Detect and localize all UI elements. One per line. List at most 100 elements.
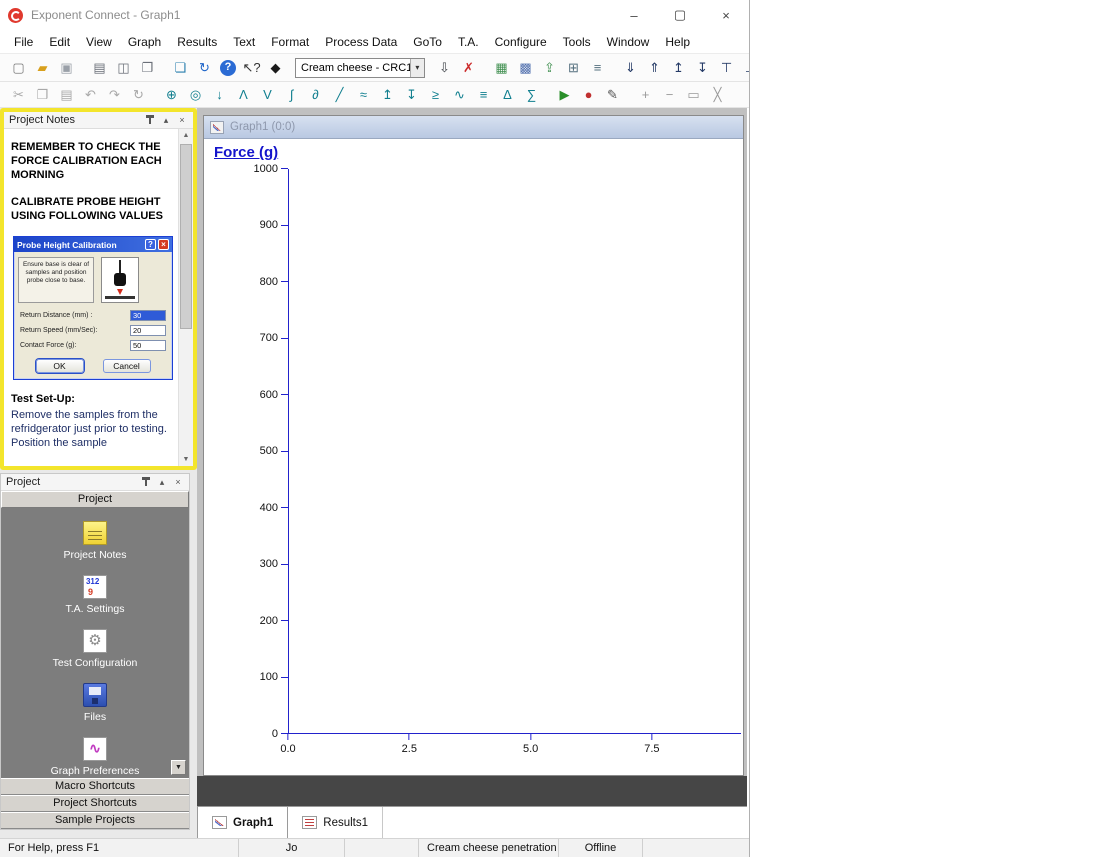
project-scroll-down-icon[interactable]: ▼ [171, 760, 186, 775]
probe-down-icon[interactable]: ↧ [692, 57, 713, 78]
crosshair-icon[interactable]: ╳ [707, 84, 728, 105]
copy-graph-icon[interactable]: ❐ [137, 57, 158, 78]
print-icon[interactable]: ▤ [89, 57, 110, 78]
macro-play-icon[interactable]: ▶ [554, 84, 575, 105]
copy-icon[interactable]: ❐ [32, 84, 53, 105]
mean-line-icon[interactable]: ≈ [353, 84, 374, 105]
append-data-icon[interactable]: ⇪ [539, 57, 560, 78]
close-button[interactable]: × [703, 0, 749, 30]
Process Data[interactable]: Process Data [317, 33, 405, 51]
sort-results-icon[interactable]: ⇩ [434, 57, 455, 78]
File[interactable]: File [6, 33, 41, 51]
minimize-button[interactable]: – [611, 0, 657, 30]
Format[interactable]: Format [263, 33, 317, 51]
load-test-data-icon[interactable]: ▦ [491, 57, 512, 78]
GoTo[interactable]: GoTo [405, 33, 450, 51]
project-panel-item[interactable]: Graph Preferences [51, 737, 140, 777]
Configure[interactable]: Configure [487, 33, 555, 51]
project-panel-item[interactable]: Files [83, 683, 107, 723]
differentiate-icon[interactable]: Δ [497, 84, 518, 105]
run-test-icon[interactable]: ⇓ [620, 57, 641, 78]
data-list-icon[interactable]: ≡ [587, 57, 608, 78]
scroll-down-icon[interactable]: ▼ [179, 453, 193, 466]
trough-detect-icon[interactable]: V [257, 84, 278, 105]
pin-icon[interactable] [140, 476, 152, 488]
close-panel-icon[interactable]: × [172, 476, 184, 488]
context-help-icon[interactable]: ↖? [241, 57, 262, 78]
project-panel-item[interactable]: Test Configuration [53, 629, 138, 669]
project-panel-item[interactable]: Project Notes [63, 521, 126, 561]
area-under-curve-icon[interactable]: ∫ [281, 84, 302, 105]
notes-scrollbar[interactable]: ▲ ▼ [178, 129, 193, 466]
test-configuration-combobox[interactable]: Cream cheese - CRC1_P5 ▾ [295, 58, 425, 78]
refresh-icon[interactable]: ↻ [194, 57, 215, 78]
macro-record-icon[interactable]: ● [578, 84, 599, 105]
paste-icon[interactable]: ▤ [56, 84, 77, 105]
gradient-icon[interactable]: ∂ [305, 84, 326, 105]
scroll-up-icon[interactable]: ▲ [179, 129, 193, 142]
graph-window[interactable]: Graph1 (0:0) Force (g) 1000 [203, 115, 744, 776]
save-icon[interactable]: ▣ [56, 57, 77, 78]
annotate-icon[interactable]: ✎ [602, 84, 623, 105]
graph-window-titlebar[interactable]: Graph1 (0:0) [204, 116, 743, 139]
print-preview-icon[interactable]: ◫ [113, 57, 134, 78]
smoothing-icon[interactable]: ≡ [473, 84, 494, 105]
collapse-icon[interactable]: ▴ [156, 476, 168, 488]
Help[interactable]: Help [657, 33, 698, 51]
calibrate-height-icon[interactable]: ⊥ [740, 57, 750, 78]
undo-icon[interactable]: ↶ [80, 84, 101, 105]
y-tick: 600 [208, 388, 288, 401]
clear-results-icon[interactable]: ✗ [458, 57, 479, 78]
probe-up-icon[interactable]: ↥ [668, 57, 689, 78]
tutorial-cap-icon[interactable]: ◆ [265, 57, 286, 78]
pin-icon[interactable] [144, 114, 156, 126]
export-data-icon[interactable]: ❏ [170, 57, 191, 78]
shortcut-bar[interactable]: Project Shortcuts [1, 795, 189, 812]
cut-icon[interactable]: ✂ [8, 84, 29, 105]
Results[interactable]: Results [169, 33, 225, 51]
zoom-in-icon[interactable]: + [635, 84, 656, 105]
shortcut-bar[interactable]: Sample Projects [1, 812, 189, 829]
oscillation-icon[interactable]: ∿ [449, 84, 470, 105]
project-panel: Project ▴ × Project Project No [0, 473, 190, 830]
collapse-icon[interactable]: ▴ [160, 114, 172, 126]
zero-force-icon[interactable]: ⊕ [161, 84, 182, 105]
help-icon[interactable]: ? [220, 60, 236, 76]
project-panel-item[interactable]: T.A. Settings [66, 575, 125, 615]
Window[interactable]: Window [599, 33, 658, 51]
test-config-icon [83, 629, 107, 653]
graph-preferences-icon [83, 737, 107, 761]
close-panel-icon[interactable]: × [176, 114, 188, 126]
marker-drop-icon[interactable]: ↓ [209, 84, 230, 105]
max-force-icon[interactable]: ↥ [377, 84, 398, 105]
Edit[interactable]: Edit [41, 33, 78, 51]
linear-fit-icon[interactable]: ╱ [329, 84, 350, 105]
insert-data-icon[interactable]: ⊞ [563, 57, 584, 78]
shortcut-bar[interactable]: Macro Shortcuts [1, 778, 189, 795]
tare-force-icon[interactable]: ⊤ [716, 57, 737, 78]
T.A.[interactable]: T.A. [450, 33, 487, 51]
y-tick-mark [281, 677, 288, 678]
Text[interactable]: Text [225, 33, 263, 51]
Graph[interactable]: Graph [120, 33, 169, 51]
refresh-graph-icon[interactable]: ↻ [128, 84, 149, 105]
anchor-graph-icon[interactable]: ◎ [185, 84, 206, 105]
combobox-dropdown-icon[interactable]: ▾ [410, 59, 424, 77]
save-test-data-icon[interactable]: ▩ [515, 57, 536, 78]
maximize-button[interactable]: ▢ [657, 0, 703, 30]
zoom-out-icon[interactable]: − [659, 84, 680, 105]
open-folder-icon[interactable]: ▰ [32, 57, 53, 78]
threshold-icon[interactable]: ≥ [425, 84, 446, 105]
document-tab[interactable]: Results1 [288, 807, 383, 838]
new-document-icon[interactable]: ▢ [8, 57, 29, 78]
min-force-icon[interactable]: ↧ [401, 84, 422, 105]
View[interactable]: View [78, 33, 120, 51]
peak-detect-icon[interactable]: Λ [233, 84, 254, 105]
redo-icon[interactable]: ↷ [104, 84, 125, 105]
document-tab[interactable]: Graph1 [197, 807, 288, 838]
Tools[interactable]: Tools [555, 33, 599, 51]
stop-test-icon[interactable]: ⇑ [644, 57, 665, 78]
reset-zoom-icon[interactable]: ▭ [683, 84, 704, 105]
integrate-icon[interactable]: ∑ [521, 84, 542, 105]
scrollbar-thumb[interactable] [180, 144, 192, 329]
